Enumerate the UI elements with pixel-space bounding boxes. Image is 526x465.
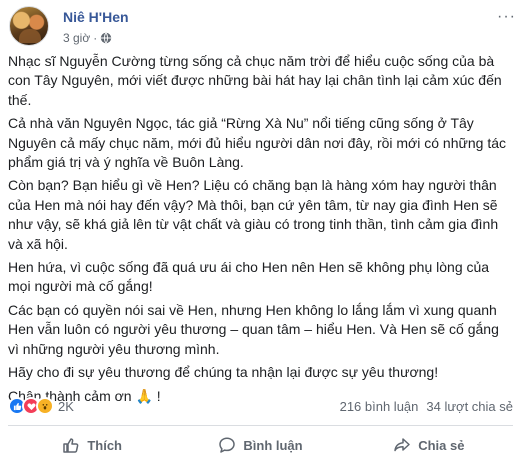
engagement-counts: 216 bình luận 34 lượt chia sẻ <box>340 399 513 414</box>
post-time[interactable]: 3 giờ <box>63 31 90 45</box>
reaction-count[interactable]: 2K <box>58 399 74 414</box>
reaction-icons[interactable] <box>8 397 54 415</box>
avatar[interactable] <box>9 6 49 46</box>
post-paragraph: Hãy cho đi sự yêu thương để chúng ta nhậ… <box>8 364 439 381</box>
share-icon <box>394 438 410 452</box>
share-count[interactable]: 34 lượt chia sẻ <box>426 399 513 414</box>
thumbs-up-icon <box>63 438 79 453</box>
share-button[interactable]: Chia sẻ <box>345 429 513 461</box>
post-header: Niê H'Hen 3 giờ · ··· <box>9 6 516 48</box>
post-actions: Thích Bình luận Chia sẻ <box>8 429 513 461</box>
post-paragraph: Cả nhà văn Nguyên Ngọc, tác giả “Rừng Xà… <box>8 115 506 171</box>
more-options-icon[interactable]: ··· <box>497 8 516 26</box>
comment-icon <box>219 437 236 453</box>
meta-separator: · <box>93 31 98 45</box>
post-meta: 3 giờ · <box>63 31 112 45</box>
author-name[interactable]: Niê H'Hen <box>63 9 129 25</box>
like-button[interactable]: Thích <box>8 429 176 461</box>
comment-button[interactable]: Bình luận <box>176 429 344 461</box>
post-paragraph: Các bạn có quyền nói sai về Hen, nhưng H… <box>8 301 499 357</box>
post-content: Nhạc sĩ Nguyễn Cường từng sống cả chục n… <box>8 52 513 410</box>
wow-icon <box>36 397 54 415</box>
post-paragraph: Nhạc sĩ Nguyễn Cường từng sống cả chục n… <box>8 53 502 108</box>
comment-count[interactable]: 216 bình luận <box>340 399 419 414</box>
like-label: Thích <box>87 437 122 453</box>
share-label: Chia sẻ <box>418 437 465 453</box>
reactions-bar: 2K 216 bình luận 34 lượt chia sẻ <box>8 396 513 416</box>
divider <box>8 425 513 426</box>
post-paragraph: Còn bạn? Bạn hiểu gì về Hen? Liệu có chă… <box>8 177 499 252</box>
post-paragraph: Hen hứa, vì cuộc sống đã quá ưu ái cho H… <box>8 259 490 295</box>
facebook-post: Niê H'Hen 3 giờ · ··· Nhạc sĩ Nguyễn Cườ… <box>0 0 526 465</box>
comment-label: Bình luận <box>243 437 303 453</box>
globe-icon <box>100 32 112 44</box>
